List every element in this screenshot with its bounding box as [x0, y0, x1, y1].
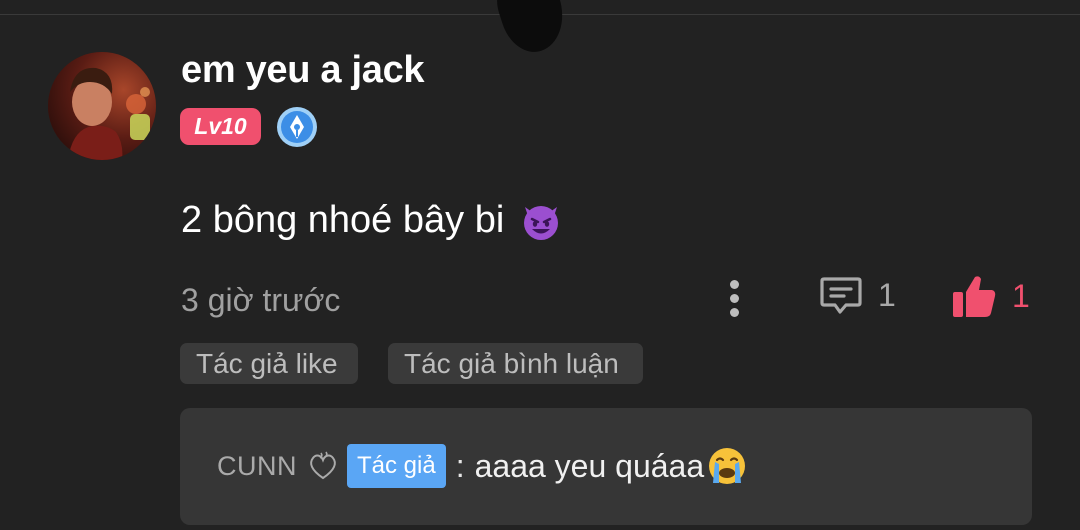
author-liked-tag: Tác giả like: [180, 343, 358, 384]
dot-icon: [729, 279, 739, 289]
like-count: 1: [1012, 277, 1030, 314]
heart-outline-icon: [310, 451, 336, 480]
timestamp: 3 giờ trước: [181, 282, 341, 318]
more-options-button[interactable]: [716, 275, 752, 321]
reply-count: 1: [878, 276, 896, 313]
cropped-shape: [488, 0, 574, 60]
dot-icon: [729, 307, 739, 317]
reply-separator: :: [455, 447, 465, 484]
username[interactable]: em yeu a jack: [181, 49, 425, 92]
comment-text-row: 2 bông nhoé bây bi: [181, 197, 564, 243]
author-replied-tag: Tác giả bình luận: [388, 343, 643, 384]
thumbs-up-icon: [953, 276, 996, 317]
author-reply-preview[interactable]: CUNN Tác giả : aaaa yeu quáaa: [180, 408, 1032, 525]
reply-line: CUNN Tác giả : aaaa yeu quáaa: [217, 444, 748, 488]
author-badge: Tác giả: [347, 444, 446, 488]
avatar-image: [48, 52, 156, 160]
dot-icon: [729, 293, 739, 303]
reply-text: aaaa yeu quáaa: [474, 447, 705, 484]
smiling-devil-icon: [524, 206, 559, 240]
comment-text: 2 bông nhoé bây bi: [181, 198, 505, 241]
reply-button[interactable]: 1: [818, 272, 896, 318]
reply-username[interactable]: CUNN: [217, 451, 297, 482]
level-badge: Lv10: [180, 108, 261, 145]
avatar[interactable]: [48, 52, 156, 160]
creator-pen-badge-icon: [277, 107, 317, 147]
crying-face-icon: [709, 448, 746, 484]
like-button[interactable]: 1: [950, 272, 1030, 320]
comment-bubble-icon: [820, 277, 862, 314]
